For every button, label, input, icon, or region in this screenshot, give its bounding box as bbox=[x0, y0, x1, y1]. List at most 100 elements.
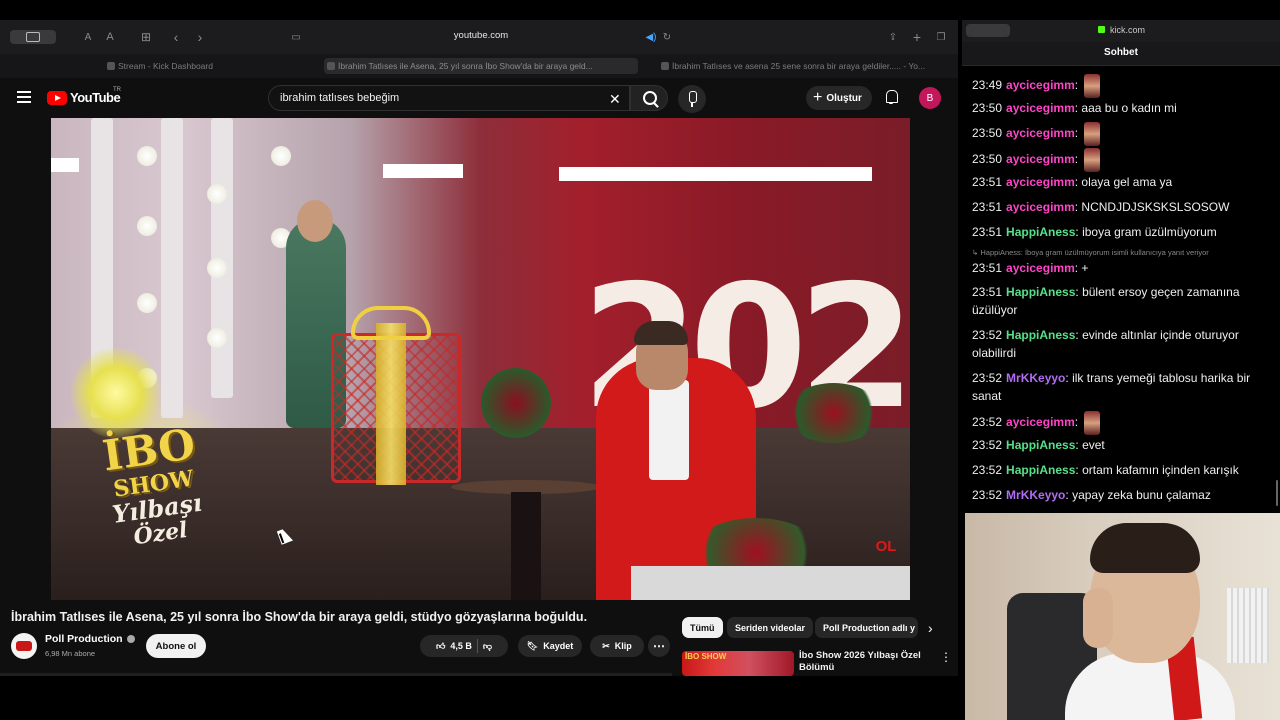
address-bar[interactable]: youtube.com bbox=[420, 30, 542, 41]
chat-scrollbar[interactable] bbox=[1276, 480, 1278, 506]
youtube-play-logo-icon bbox=[47, 90, 67, 105]
message-text: + bbox=[1081, 261, 1089, 275]
chat-header: Sohbet bbox=[962, 42, 1280, 66]
light-bar bbox=[559, 167, 872, 181]
flower-arrangement bbox=[786, 383, 881, 443]
reload-icon[interactable]: ↻ bbox=[660, 29, 674, 45]
message-user[interactable]: aycicegimm bbox=[1006, 78, 1075, 92]
message-user[interactable]: HappiAness bbox=[1006, 225, 1075, 239]
message-user[interactable]: aycicegimm bbox=[1006, 200, 1075, 214]
tab-kick-dashboard[interactable]: Stream - Kick Dashboard bbox=[104, 58, 314, 74]
clip-button[interactable]: ✂ Klip bbox=[590, 635, 644, 657]
stage-bulb bbox=[137, 293, 157, 313]
search-button[interactable] bbox=[630, 85, 668, 111]
emote-image bbox=[1084, 148, 1101, 172]
more-actions-button[interactable]: ⋯ bbox=[648, 635, 670, 657]
stage-bulb bbox=[271, 146, 291, 166]
youtube-favicon-icon bbox=[661, 62, 669, 70]
streamer-body bbox=[1065, 653, 1235, 720]
message-time: 23:50 bbox=[972, 101, 1003, 115]
chat-message: 23:51 HappiAness: bülent ersoy geçen zama… bbox=[972, 285, 1240, 317]
voice-search-mic-icon[interactable] bbox=[678, 85, 706, 113]
chevron-right-icon[interactable]: › bbox=[928, 620, 933, 636]
tab-youtube-other[interactable]: İbrahim Tatlıses ve asena 25 sene sonra … bbox=[658, 58, 950, 74]
thumbs-down-icon[interactable]: 👎︎ bbox=[483, 641, 492, 652]
chat-address-bar[interactable]: kick.com bbox=[1098, 25, 1145, 35]
divider bbox=[476, 639, 478, 653]
chip-series-videos[interactable]: Seriden videolar bbox=[727, 617, 814, 638]
message-text: aaa bu o kadın mi bbox=[1081, 101, 1177, 115]
kick-chat-window: kick.com Sohbet 23:49 aycicegimm: 23:50 ay… bbox=[962, 20, 1280, 510]
video-player[interactable]: 2026 İBO SHOW Yılbaşı Özel bbox=[51, 118, 910, 600]
message-time: 23:52 bbox=[972, 415, 1003, 430]
grid-icon[interactable]: ⊞ bbox=[138, 29, 154, 45]
chat-url-text: kick.com bbox=[1110, 25, 1146, 35]
message-user[interactable]: HappiAness bbox=[1006, 463, 1075, 477]
message-user[interactable]: aycicegimm bbox=[1006, 152, 1075, 166]
forward-icon[interactable]: › bbox=[192, 29, 208, 45]
tab-title: İbrahim Tatlıses ve asena 25 sene sonra … bbox=[672, 61, 926, 71]
chat-message: 23:52 HappiAness: ortam kafamın içinden k… bbox=[972, 463, 1239, 477]
back-icon[interactable]: ‹ bbox=[168, 29, 184, 45]
message-time: 23:52 bbox=[972, 328, 1003, 342]
message-user[interactable]: aycicegimm bbox=[1006, 126, 1075, 140]
message-user[interactable]: aycicegimm bbox=[1006, 261, 1075, 275]
video-title: İbrahim Tatlıses ile Asena, 25 yıl sonra… bbox=[11, 610, 588, 624]
audio-playing-icon[interactable]: ◀) bbox=[644, 29, 658, 45]
message-user[interactable]: HappiAness bbox=[1006, 328, 1075, 342]
message-user[interactable]: HappiAness bbox=[1006, 438, 1075, 452]
chat-message: 23:51 aycicegimm: olaya gel ama ya bbox=[972, 175, 1173, 189]
page-settings-icon[interactable]: ▭ bbox=[288, 29, 304, 45]
message-time: 23:51 bbox=[972, 261, 1003, 275]
create-button[interactable]: + Oluştur bbox=[806, 86, 872, 110]
chat-message: 23:52 MrKKeyyo: yapay zeka bunu çalamaz bbox=[972, 488, 1211, 502]
text-size-small-icon[interactable]: A bbox=[80, 29, 96, 45]
clip-label: Klip bbox=[614, 641, 632, 651]
emote-image bbox=[1084, 411, 1101, 435]
message-user[interactable]: aycicegimm bbox=[1006, 175, 1075, 189]
bottom-divider bbox=[0, 673, 672, 676]
message-user[interactable]: MrKKeyyo bbox=[1006, 488, 1065, 502]
message-time: 23:51 bbox=[972, 200, 1003, 214]
sidebar-toggle-icon[interactable] bbox=[966, 24, 1010, 37]
chip-all[interactable]: Tümü bbox=[682, 617, 723, 638]
new-tab-icon[interactable]: + bbox=[910, 29, 924, 45]
message-time: 23:51 bbox=[972, 285, 1003, 299]
thumbs-up-icon[interactable]: 👍︎ bbox=[436, 641, 445, 652]
message-user[interactable]: aycicegimm bbox=[1006, 101, 1075, 115]
man-shirt bbox=[649, 380, 689, 480]
like-count[interactable]: 4,5 B bbox=[450, 641, 472, 651]
save-button[interactable]: 🔖︎ Kaydet bbox=[518, 635, 582, 657]
message-user[interactable]: HappiAness bbox=[1006, 285, 1075, 299]
hamburger-menu-icon[interactable] bbox=[17, 91, 31, 103]
chat-message: 23:52 HappiAness: evet bbox=[972, 438, 1105, 452]
message-text: iboya gram üzülmüyorum bbox=[1082, 225, 1217, 239]
tab-overview-icon[interactable]: ❐ bbox=[934, 29, 948, 45]
recommended-video-thumbnail[interactable]: İBO SHOW bbox=[682, 651, 794, 676]
subscribe-button[interactable]: Abone ol bbox=[146, 634, 206, 658]
tab-title: Stream - Kick Dashboard bbox=[118, 61, 213, 71]
chip-channel-videos[interactable]: Poll Production adlı y bbox=[815, 617, 918, 638]
chat-message: 23:51 aycicegimm: NCNDJDJSKSKSLSOSOW bbox=[972, 200, 1230, 214]
notifications-bell-icon[interactable] bbox=[884, 90, 898, 104]
more-vertical-icon[interactable]: ⋮ bbox=[940, 650, 952, 664]
channel-avatar[interactable] bbox=[11, 633, 37, 659]
stage-bulb bbox=[207, 328, 227, 348]
tab-bar: Stream - Kick Dashboard İbrahim Tatlıses… bbox=[0, 54, 958, 78]
youtube-logo[interactable]: YouTube TR bbox=[47, 87, 121, 105]
search-input[interactable]: ibrahim tatlıses bebeğim ✕ bbox=[268, 85, 630, 111]
message-user[interactable]: aycicegimm bbox=[1006, 415, 1075, 429]
share-icon[interactable]: ⇪ bbox=[886, 29, 900, 45]
chat-message: 23:52 HappiAness: evinde altınlar içinde … bbox=[972, 328, 1239, 360]
clear-search-icon[interactable]: ✕ bbox=[609, 91, 621, 108]
sidebar-toggle-icon[interactable] bbox=[10, 30, 56, 44]
scissors-icon: ✂ bbox=[602, 640, 610, 651]
recommended-video-title[interactable]: İbo Show 2026 Yılbaşı Özel Bölümü bbox=[799, 650, 927, 674]
account-avatar[interactable]: B bbox=[919, 87, 941, 109]
browser-toolbar: A A ⊞ ‹ › ▭ youtube.com ◀) ↻ ⇪ + ❐ bbox=[0, 20, 958, 54]
stage-bulb bbox=[207, 184, 227, 204]
text-size-large-icon[interactable]: A bbox=[102, 29, 118, 45]
tab-youtube-active[interactable]: İbrahim Tatlıses ile Asena, 25 yıl sonra… bbox=[324, 58, 638, 74]
message-user[interactable]: MrKKeyyo bbox=[1006, 371, 1065, 385]
channel-name[interactable]: Poll Production bbox=[45, 633, 135, 645]
